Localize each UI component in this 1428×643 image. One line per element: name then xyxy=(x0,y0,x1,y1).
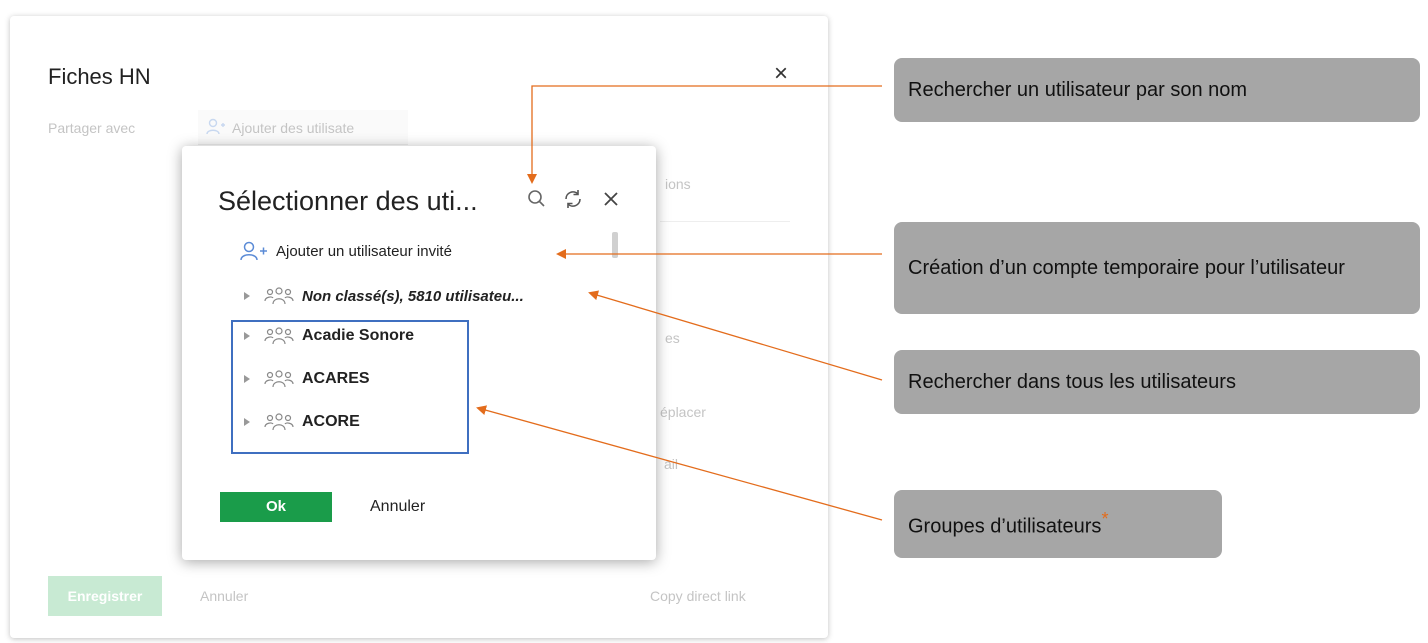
callout-temp-account: Création d’un compte temporaire pour l’u… xyxy=(894,222,1420,314)
callout-groups: Groupes d’utilisateurs* xyxy=(894,490,1222,558)
arrow-to-unsorted xyxy=(588,290,883,381)
callout-search-all-text: Rechercher dans tous les utilisateurs xyxy=(908,370,1236,393)
callout-temp-account-text: Création d’un compte temporaire pour l’u… xyxy=(908,257,1345,279)
asterisk-mark: * xyxy=(1101,509,1109,530)
callout-groups-text: Groupes d’utilisateurs xyxy=(908,515,1102,538)
callout-search-all: Rechercher dans tous les utilisateurs xyxy=(894,350,1420,414)
callout-search-text: Rechercher un utilisateur par son nom xyxy=(908,78,1248,101)
arrow-to-groups xyxy=(476,405,883,521)
callout-search: Rechercher un utilisateur par son nom xyxy=(894,58,1420,122)
arrow-to-search xyxy=(527,85,882,184)
